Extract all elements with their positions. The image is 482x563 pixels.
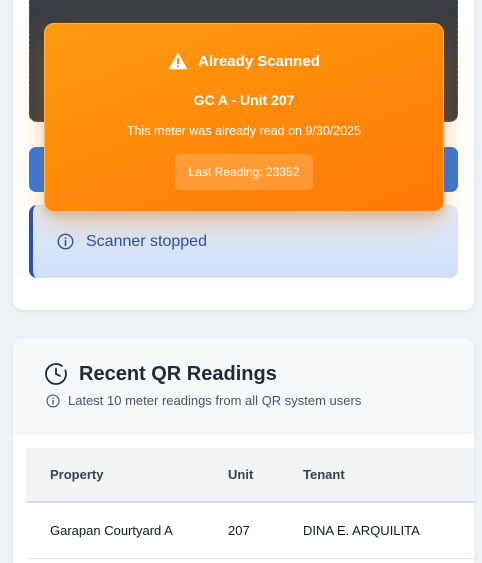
scanner-status-text: Scanner stopped <box>86 232 207 250</box>
cell-unit: 207 <box>228 523 250 538</box>
recent-readings-subtitle-text: Latest 10 meter readings from all QR sys… <box>68 393 362 408</box>
column-header-unit[interactable]: Unit <box>228 467 253 482</box>
recent-readings-card: Recent QR Readings Latest 10 meter readi… <box>13 338 474 563</box>
toast-title-text: Already Scanned <box>198 52 320 70</box>
toast-message: This meter was already read on 9/30/2025 <box>126 124 362 138</box>
column-header-property[interactable]: Property <box>50 467 103 482</box>
warning-icon <box>168 52 188 70</box>
info-icon <box>46 393 60 408</box>
page: Scanner stopped Already Scanned GC A - U… <box>0 0 482 563</box>
last-reading-badge: Last Reading: 23352 <box>175 154 313 190</box>
toast-unit: GC A - Unit 207 <box>193 92 295 108</box>
readings-table: Property Unit Tenant Garapan Courtyard A… <box>26 448 474 559</box>
table-header-row: Property Unit Tenant <box>26 448 474 503</box>
scanner-status-alert: Scanner stopped <box>29 205 458 278</box>
recent-readings-title: Recent QR Readings <box>44 362 277 386</box>
recent-readings-header: Recent QR Readings Latest 10 meter readi… <box>13 338 474 435</box>
clock-icon <box>45 363 67 385</box>
info-icon <box>57 233 74 250</box>
cell-property: Garapan Courtyard A <box>50 523 173 538</box>
recent-readings-title-text: Recent QR Readings <box>79 362 277 385</box>
already-scanned-toast[interactable]: Already Scanned GC A - Unit 207 This met… <box>44 23 444 212</box>
table-row[interactable]: Garapan Courtyard A 207 DINA E. ARQUILIT… <box>26 503 474 559</box>
toast-title: Already Scanned <box>45 52 443 70</box>
column-header-tenant[interactable]: Tenant <box>303 467 345 482</box>
cell-tenant: DINA E. ARQUILITA <box>303 523 420 538</box>
readings-table-area: Property Unit Tenant Garapan Courtyard A… <box>13 435 474 563</box>
recent-readings-subtitle: Latest 10 meter readings from all QR sys… <box>46 393 361 408</box>
